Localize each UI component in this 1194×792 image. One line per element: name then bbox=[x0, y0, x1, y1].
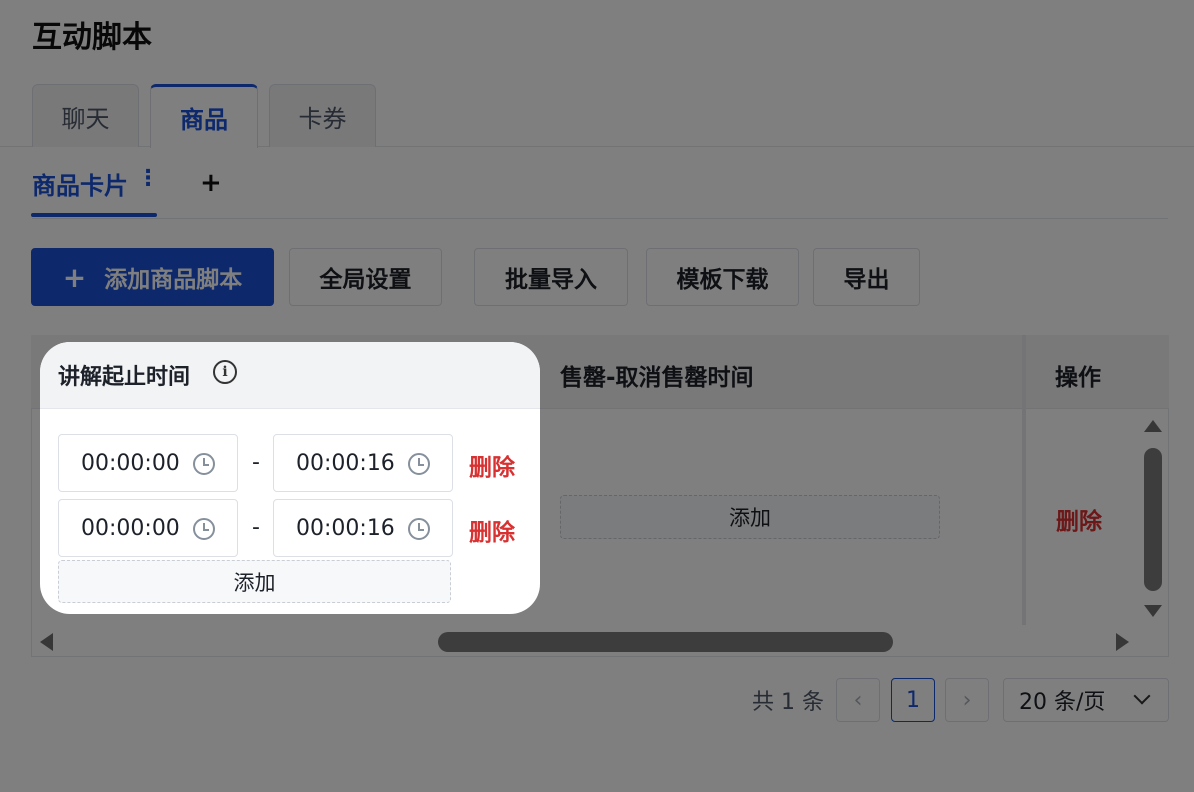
info-icon[interactable]: i bbox=[213, 360, 237, 384]
start-time-input[interactable]: 00:00:00 bbox=[58, 434, 238, 492]
clock-icon bbox=[408, 518, 430, 540]
end-time-value: 00:00:16 bbox=[296, 515, 395, 541]
clock-icon bbox=[408, 453, 430, 475]
clock-icon bbox=[193, 453, 215, 475]
delete-range-link[interactable]: 删除 bbox=[469, 513, 515, 547]
start-time-input[interactable]: 00:00:00 bbox=[58, 499, 238, 557]
end-time-input[interactable]: 00:00:16 bbox=[273, 499, 453, 557]
range-separator: - bbox=[252, 515, 260, 540]
start-time-value: 00:00:00 bbox=[81, 450, 180, 476]
column-explain-time: 讲解起止时间 bbox=[58, 365, 191, 390]
start-time-value: 00:00:00 bbox=[81, 515, 180, 541]
delete-range-link[interactable]: 删除 bbox=[469, 448, 515, 482]
end-time-value: 00:00:16 bbox=[296, 450, 395, 476]
range-separator: - bbox=[252, 450, 260, 475]
clock-icon bbox=[193, 518, 215, 540]
add-time-range-button[interactable]: 添加 bbox=[58, 560, 451, 603]
end-time-input[interactable]: 00:00:16 bbox=[273, 434, 453, 492]
spotlight-explain-time: 讲解起止时间 i 00:00:00 - 00:00:16 删除 00:00:00… bbox=[40, 342, 540, 614]
